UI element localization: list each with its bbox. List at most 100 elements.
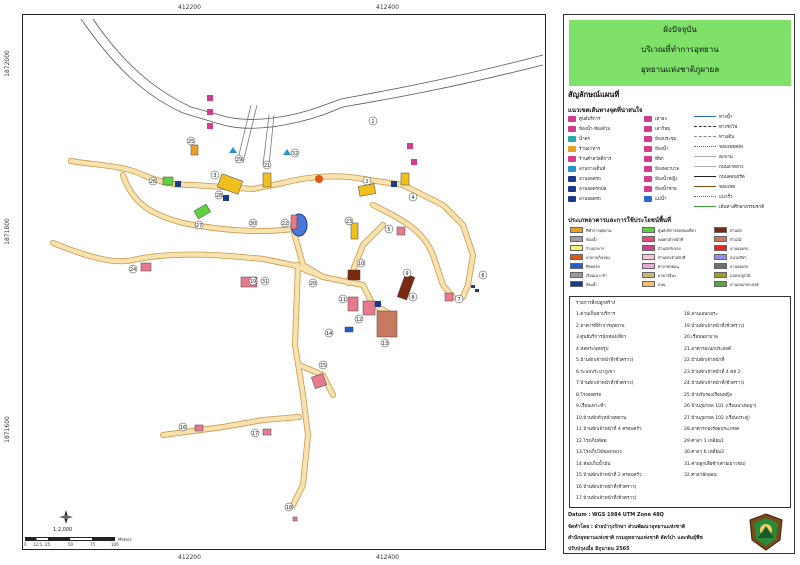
- legend-item-label: ทางเดิน: [719, 135, 735, 140]
- legend-item: แม่น้ำ: [644, 195, 666, 202]
- building-list-item: 12.โรงเก็บพัสดุ: [576, 438, 607, 444]
- legend-item-label: ห้องพยาบาล: [655, 167, 680, 172]
- scale-tick-2: 25: [45, 542, 51, 547]
- building-list-item: 3.ศูนย์บริการนักท่องเที่ยว: [576, 335, 627, 340]
- legend-item-label: ทางน้ำ: [719, 115, 733, 120]
- svg-text:27: 27: [196, 223, 202, 229]
- scale-tick-3: 50: [68, 542, 74, 547]
- landuse-swatch: [642, 245, 655, 251]
- landuse-label: ห้องน้ำ: [586, 282, 598, 287]
- building-list-item: 11.บ้านพักเจ้าหน้าที่ 4 ครอบครัว: [576, 427, 642, 432]
- landuse-label: เรือนเพาะชำ: [586, 273, 607, 278]
- svg-text:15: 15: [320, 363, 326, 369]
- landuse-swatch: [714, 281, 727, 287]
- landuse-label: ลานจอดรถ: [730, 246, 749, 251]
- legend-item: สะพาน: [694, 153, 733, 160]
- legend-item: ห้องน้ำ-ห้องส้วม: [568, 125, 610, 132]
- y-tick-left-3: 1871600: [3, 416, 11, 443]
- legend-item: ร้านค้าสวัสดิการ: [568, 155, 611, 162]
- building-26: [162, 176, 174, 186]
- map-canvas[interactable]: 1 2 3 4 5 6 7 8 9 10 11 12 13 14 15 16 1…: [23, 15, 546, 550]
- legend-item-label: ลานกางเต็นท์: [579, 167, 606, 172]
- building-list-item: 16.บ้านพักเจ้าหน้าที่(ชั่วคราว): [576, 484, 637, 490]
- landuse-swatch: [714, 236, 727, 242]
- map-label-5: 5: [384, 224, 394, 234]
- legend-line-symbol: [694, 126, 716, 127]
- legend-line-symbol: [694, 176, 716, 177]
- legend-item: ห้องน้ำหญิง: [644, 175, 677, 182]
- map-label-13: 13: [380, 338, 390, 348]
- map-label-2: 2: [362, 176, 372, 186]
- tent-icon: [568, 165, 576, 172]
- legend-line-symbol: [694, 156, 716, 157]
- legend-line-symbol: [694, 196, 716, 197]
- bus-icon-1: [471, 285, 475, 288]
- map-frame[interactable]: 1 2 3 4 5 6 7 8 9 10 11 12 13 14 15 16 1…: [22, 14, 546, 550]
- svg-text:20: 20: [310, 281, 316, 287]
- legend-item: ขอบเขต: [694, 183, 735, 190]
- map-label-25: 25: [186, 136, 196, 146]
- north-arrow-icon: [59, 509, 73, 524]
- building-list-item: 17.บ้านพักเจ้าหน้าที่(ชั่วคราว): [576, 496, 637, 501]
- legend-item-label: แม่น้ำ: [655, 197, 667, 202]
- x-tick-top-2: 412400: [376, 4, 399, 11]
- landuse-swatch: [642, 254, 655, 260]
- bus-icon-2: [475, 289, 479, 292]
- landuse-swatch: [714, 245, 727, 251]
- legend-item: ลานกางเต็นท์: [568, 165, 605, 172]
- legend-item-label: ร้านอาหาร: [579, 147, 601, 152]
- map-label-6: 6: [478, 270, 488, 280]
- toilet-icon: [568, 125, 576, 132]
- map-label-19: 19: [248, 276, 258, 286]
- svg-text:10: 10: [358, 261, 364, 267]
- parking-icon: [568, 175, 576, 182]
- landuse-label: ศาลาพักผ่อน: [658, 264, 679, 269]
- legend-item: ทางรถไฟ: [694, 123, 737, 130]
- landuse-swatch: [570, 263, 583, 269]
- legend-item: เสาวิทยุ: [644, 125, 670, 132]
- svg-text:3: 3: [213, 173, 216, 179]
- building-list-item: 20.เรือนพยาบาล: [684, 335, 718, 340]
- roads: [50, 158, 476, 508]
- svg-text:31: 31: [262, 279, 268, 285]
- landuse-swatch: [642, 272, 655, 278]
- legend-item-label: เสาวิทยุ: [655, 127, 670, 132]
- parking-icon-2: [223, 195, 229, 201]
- svg-text:7: 7: [457, 297, 460, 303]
- landuse-label: ลานจอดรถ: [730, 264, 749, 269]
- scale-ratio: 1:2,000: [53, 527, 73, 533]
- legend-item-label: แนวรั้ว: [719, 195, 733, 200]
- landuse-label: ร้านอาหาร: [586, 246, 604, 251]
- svg-text:21: 21: [264, 163, 270, 169]
- svg-text:2: 2: [365, 179, 368, 185]
- building-list-item: 22.บ้านพักเจ้าหน้าที่: [684, 358, 725, 363]
- toilet-icon-1: [207, 95, 213, 101]
- car-icon: [568, 195, 576, 202]
- legend-line-symbol: [694, 116, 716, 117]
- legend-item-label: สะพาน: [719, 155, 733, 160]
- building-list-item: 4.หอพระพุทธรูป: [576, 346, 609, 352]
- svg-text:6: 6: [481, 273, 484, 279]
- firstaid-icon: [644, 165, 652, 172]
- legend-item-label: ห้องน้ำหญิง: [655, 177, 678, 182]
- toilet-icon-3: [207, 123, 213, 129]
- svg-text:28: 28: [216, 193, 222, 199]
- svg-text:8: 8: [411, 295, 414, 301]
- svg-text:22: 22: [282, 221, 288, 227]
- legend-item-label: ห้องประชุม: [655, 137, 677, 142]
- svg-text:23: 23: [346, 219, 352, 225]
- building-list-item: 10.บ้านพักหัวหน้าอุทยาน: [576, 415, 627, 421]
- map-label-26: 26: [148, 176, 158, 186]
- map-label-18: 18: [284, 502, 294, 512]
- antenna-icon: [644, 125, 652, 132]
- landuse-swatch: [642, 263, 655, 269]
- landuse-swatch: [714, 227, 727, 233]
- parking-icon-4: [391, 181, 397, 187]
- map-label-22: 22: [280, 218, 290, 228]
- access-roads: [236, 104, 275, 166]
- legend-item-label: ขอบเขต: [719, 185, 736, 190]
- waterfall-icon: [568, 135, 576, 142]
- building-18: [292, 516, 298, 522]
- building-list-item: 21.อาคารอเนกประสงค์: [684, 346, 731, 352]
- svg-text:14: 14: [326, 331, 332, 337]
